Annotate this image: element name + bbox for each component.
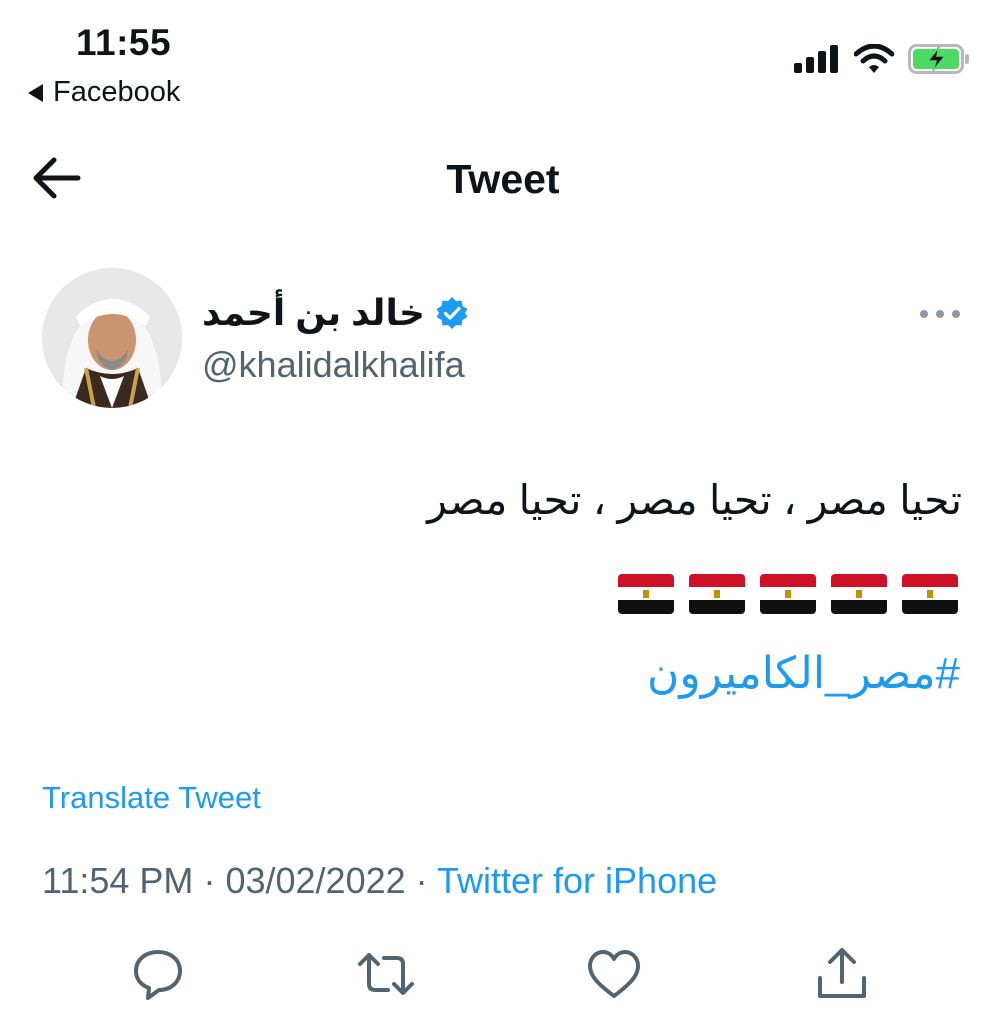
tweet-source-link[interactable]: Twitter for iPhone [437, 860, 717, 901]
reply-button[interactable] [128, 944, 188, 1004]
tweet-time: 11:54 PM [42, 860, 194, 901]
author-handle[interactable]: @khalidalkhalifa [202, 344, 465, 386]
egypt-flag-icon [760, 574, 816, 614]
back-triangle-icon [28, 83, 43, 102]
avatar[interactable] [42, 268, 182, 408]
egypt-flag-icon [689, 574, 745, 614]
status-icons [794, 44, 970, 74]
share-icon [818, 948, 866, 998]
back-to-app-link[interactable]: Facebook [28, 76, 180, 109]
more-options-button[interactable] [918, 303, 962, 325]
egypt-flag-icon [831, 574, 887, 614]
signal-icon [794, 45, 838, 73]
back-app-label: Facebook [53, 76, 181, 108]
wifi-icon [854, 44, 894, 73]
egypt-flag-icon [618, 574, 674, 614]
like-button[interactable] [584, 944, 644, 1004]
reply-icon [134, 950, 182, 1000]
retweet-icon [358, 953, 414, 995]
status-time: 11:55 [76, 22, 172, 63]
hashtag-link[interactable]: #مصر_الكاميرون [647, 648, 960, 699]
battery-charging-icon [908, 44, 969, 74]
tweet-date: 03/02/2022 [225, 860, 406, 901]
tweet-meta: 11:54 PM · 03/02/2022 · Twitter for iPho… [42, 860, 717, 902]
author-name: خالد بن أحمد [202, 292, 425, 333]
avatar-photo [42, 268, 182, 408]
share-button[interactable] [812, 944, 872, 1004]
meta-separator: · [415, 860, 428, 901]
page-title: Tweet [446, 156, 560, 202]
tweet-text: تحيا مصر ، تحيا مصر ، تحيا مصر [427, 477, 962, 523]
translate-tweet-link[interactable]: Translate Tweet [42, 780, 261, 816]
egypt-flag-icon [902, 574, 958, 614]
like-icon [588, 950, 640, 998]
tweet-action-bar [0, 944, 1006, 1004]
verified-badge-icon [436, 297, 468, 329]
retweet-button[interactable] [356, 944, 416, 1004]
meta-separator: · [203, 860, 216, 901]
author-name-row[interactable]: خالد بن أحمد [202, 292, 469, 334]
flag-emoji-row [618, 574, 958, 614]
more-horizontal-icon [920, 310, 960, 318]
